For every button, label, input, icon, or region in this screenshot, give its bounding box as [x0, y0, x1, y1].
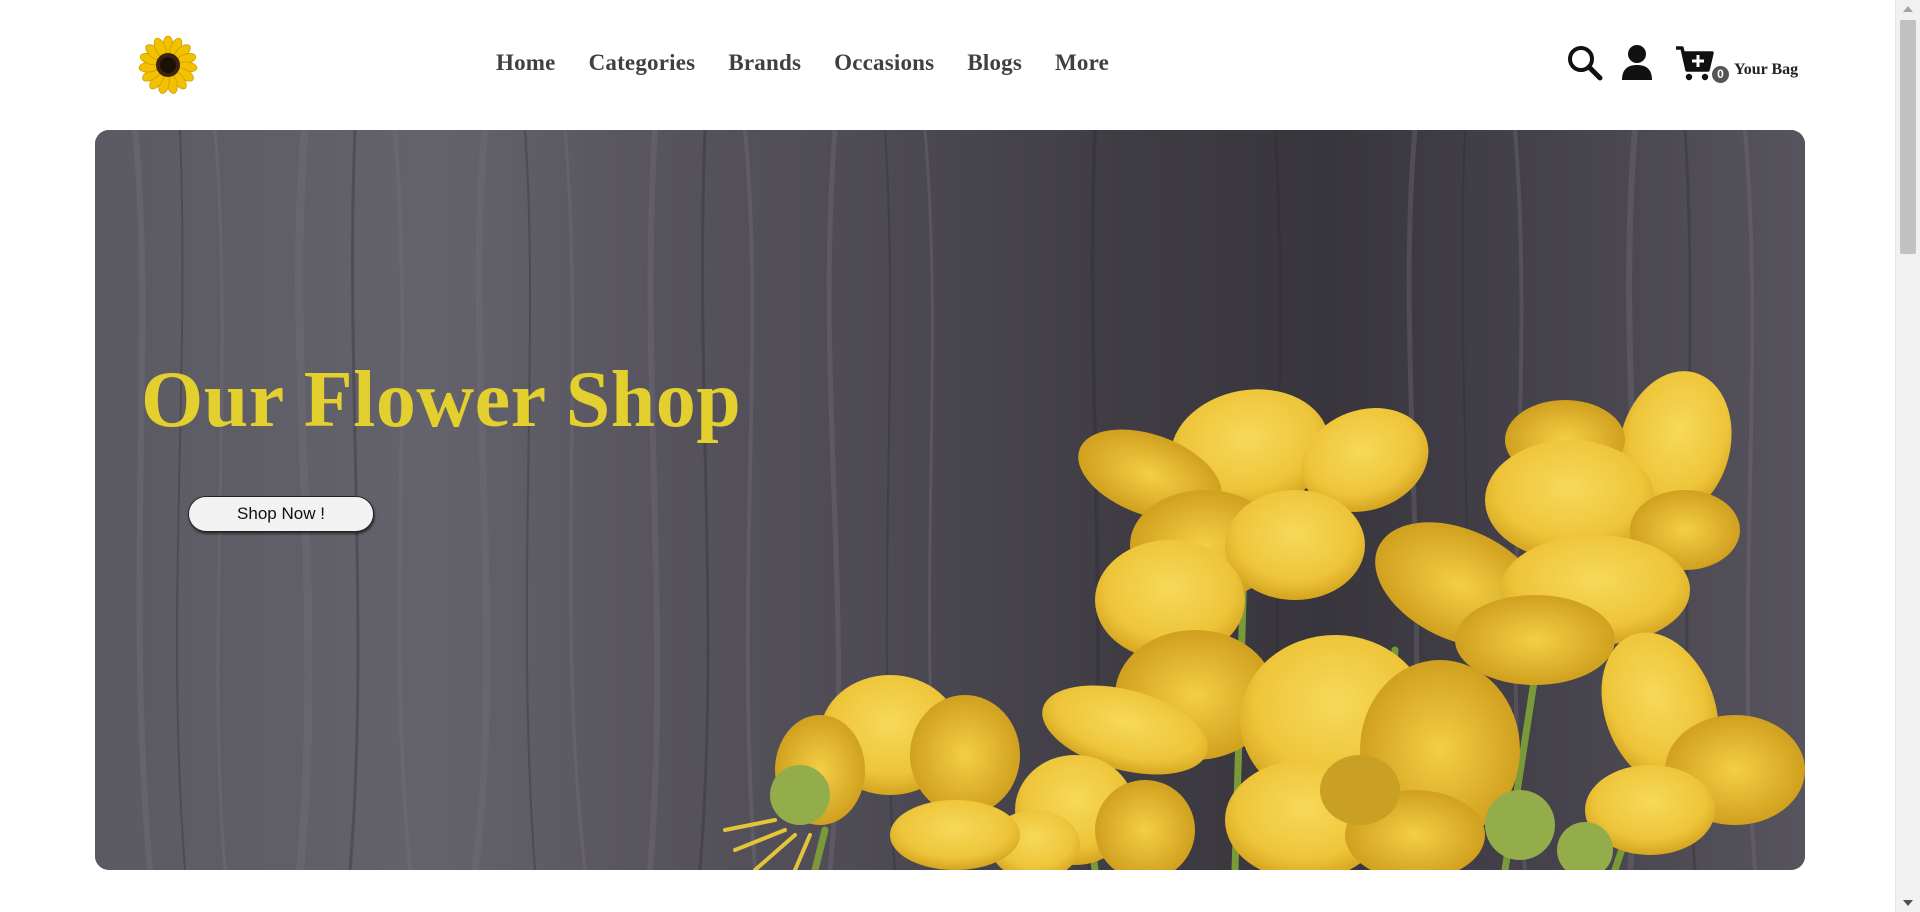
nav-blogs[interactable]: Blogs: [967, 50, 1022, 76]
page-scrollbar[interactable]: [1895, 0, 1920, 912]
main-nav: Home Categories Brands Occasions Blogs M…: [496, 50, 1142, 76]
user-icon[interactable]: [1621, 44, 1653, 82]
shop-now-button[interactable]: Shop Now !: [188, 496, 374, 532]
nav-occasions[interactable]: Occasions: [834, 50, 934, 76]
your-bag-link[interactable]: Your Bag: [1734, 61, 1798, 79]
nav-brands[interactable]: Brands: [728, 50, 801, 76]
cart-plus-icon[interactable]: [1674, 44, 1714, 84]
scroll-down-arrow-icon[interactable]: [1903, 900, 1913, 906]
nav-more[interactable]: More: [1055, 50, 1109, 76]
nav-categories[interactable]: Categories: [589, 50, 696, 76]
cart-count-badge: 0: [1712, 66, 1729, 83]
sunflower-logo-icon[interactable]: [138, 35, 198, 95]
nav-home[interactable]: Home: [496, 50, 556, 76]
search-icon[interactable]: [1566, 44, 1604, 82]
hero-banner: Our Flower Shop Shop Now !: [95, 130, 1805, 870]
hero-title: Our Flower Shop: [141, 356, 742, 444]
scrollbar-thumb[interactable]: [1900, 20, 1916, 254]
scroll-up-arrow-icon[interactable]: [1903, 6, 1913, 12]
site-header: Home Categories Brands Occasions Blogs M…: [0, 0, 1896, 128]
